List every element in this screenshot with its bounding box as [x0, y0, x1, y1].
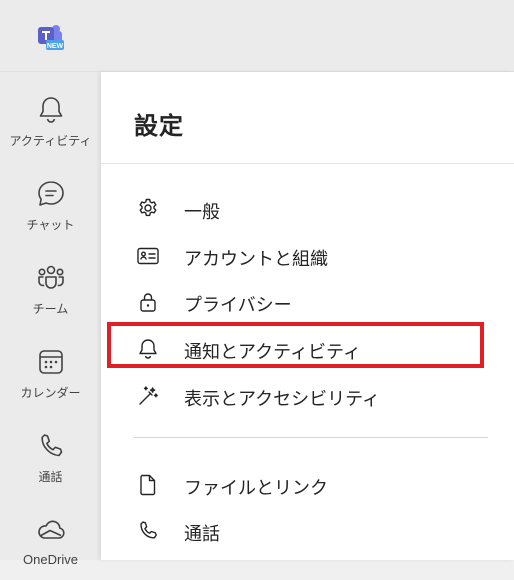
rail-item-activity[interactable]: アクティビティ [0, 80, 101, 160]
cloud-icon [35, 514, 67, 546]
magic-wand-icon [136, 384, 160, 408]
rail-item-label: チーム [32, 302, 69, 316]
rail-item-label: アクティビティ [9, 134, 92, 148]
settings-item-account[interactable]: アカウントと組織 [101, 233, 514, 279]
settings-item-general[interactable]: 一般 [101, 186, 514, 232]
phone-icon [136, 519, 160, 543]
rail-item-calls[interactable]: 通話 [0, 416, 101, 496]
settings-item-label: プライバシー [184, 295, 292, 316]
teams-icon [35, 262, 67, 294]
page-title: 設定 [134, 112, 184, 140]
bell-icon [136, 337, 160, 361]
divider [134, 437, 488, 438]
rail-item-label: 通話 [38, 470, 63, 484]
divider [101, 163, 514, 164]
calendar-icon [35, 346, 67, 378]
settings-item-label: 通知とアクティビティ [184, 342, 361, 363]
settings-item-calls[interactable]: 通話 [101, 508, 514, 554]
settings-item-label: アカウントと組織 [184, 249, 328, 270]
gear-icon [136, 197, 160, 221]
rail-item-onedrive[interactable]: OneDrive [0, 500, 101, 580]
rail-item-label: カレンダー [20, 386, 81, 400]
phone-icon [35, 430, 67, 462]
title-bar: NEW [0, 0, 514, 72]
settings-item-display[interactable]: 表示とアクセシビリティ [101, 373, 514, 419]
bell-icon [35, 94, 67, 126]
teams-logo-icon[interactable]: NEW [36, 22, 66, 52]
settings-item-notifications[interactable]: 通知とアクティビティ [101, 326, 514, 372]
settings-item-label: 通話 [184, 524, 220, 545]
rail-item-chat[interactable]: チャット [0, 164, 101, 244]
id-card-icon [136, 244, 160, 268]
settings-item-label: 表示とアクセシビリティ [184, 389, 381, 410]
rail-item-calendar[interactable]: カレンダー [0, 332, 101, 412]
settings-item-files[interactable]: ファイルとリンク [101, 462, 514, 508]
rail-item-teams[interactable]: チーム [0, 248, 101, 328]
settings-item-privacy[interactable]: プライバシー [101, 279, 514, 325]
settings-item-label: ファイルとリンク [184, 478, 328, 499]
file-icon [136, 473, 160, 497]
logo-badge-text: NEW [47, 43, 64, 50]
settings-panel: 設定 一般 アカウントと組織 プライバシー 通知とアクティビティ 表示とアクセシ… [101, 72, 514, 560]
chat-icon [35, 178, 67, 210]
rail-item-label: チャット [26, 218, 75, 232]
lock-icon [136, 290, 160, 314]
settings-item-label: 一般 [184, 202, 220, 223]
app-rail: アクティビティ チャット チーム カレンダー 通話 OneDrive [0, 72, 101, 567]
